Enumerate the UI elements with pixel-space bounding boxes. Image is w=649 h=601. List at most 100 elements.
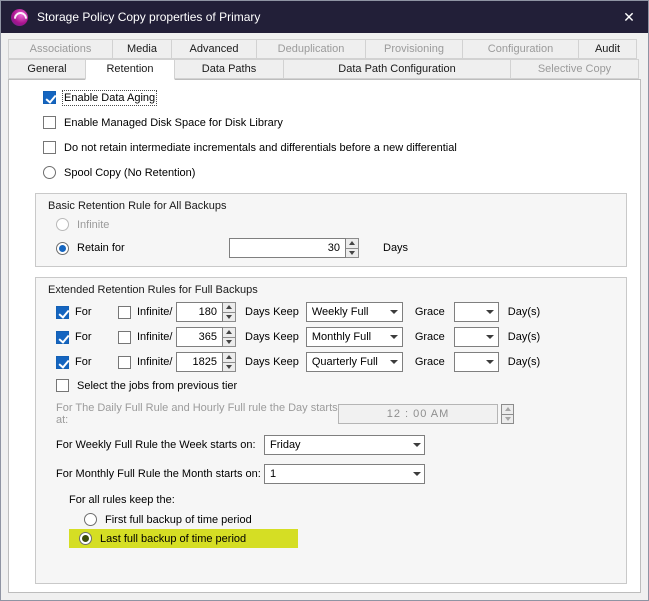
rule-3-days-keep-label: Days Keep — [245, 356, 299, 368]
rule-1-for-checkbox[interactable] — [56, 306, 69, 319]
last-full-radio[interactable] — [79, 532, 92, 545]
managed-disk-row: Enable Managed Disk Space for Disk Libra… — [43, 116, 627, 129]
rule-3-grace-select[interactable] — [454, 352, 499, 372]
rule-3-for-checkbox[interactable] — [56, 356, 69, 369]
chevron-down-icon — [387, 353, 402, 371]
title-bar: Storage Policy Copy properties of Primar… — [1, 1, 648, 33]
select-jobs-checkbox[interactable] — [56, 379, 69, 392]
last-full-row-highlighted: Last full backup of time period — [69, 529, 298, 548]
tab-general[interactable]: General — [8, 59, 86, 79]
rule-1-days-input[interactable] — [176, 302, 223, 322]
rule-3-infinite-label: Infinite/ — [137, 356, 172, 368]
tab-audit[interactable]: Audit — [578, 39, 637, 59]
tab-retention[interactable]: Retention — [85, 59, 175, 80]
basic-retention-group: Basic Retention Rule for All Backups Inf… — [35, 193, 627, 267]
tab-data-path-configuration[interactable]: Data Path Configuration — [283, 59, 511, 79]
app-icon — [11, 9, 28, 26]
rule-1-grace-select[interactable] — [454, 302, 499, 322]
tab-media[interactable]: Media — [112, 39, 172, 59]
day-start-time-spinner[interactable] — [501, 404, 514, 424]
monthly-start-select[interactable]: 1 — [264, 464, 425, 484]
infinite-radio[interactable] — [56, 218, 69, 231]
extended-rule-row-2: For Infinite/ Days Keep Monthly Full Gra… — [56, 327, 614, 347]
chevron-down-icon — [387, 303, 402, 321]
rule-1-unit-label: Day(s) — [508, 306, 540, 318]
tab-bar-row-2: General Retention Data Paths Data Path C… — [1, 59, 648, 79]
enable-data-aging-row: Enable Data Aging — [43, 91, 627, 104]
weekly-rule-row: For Weekly Full Rule the Week starts on:… — [56, 435, 614, 455]
retain-for-row: Retain for Days — [56, 238, 614, 258]
monthly-rule-label: For Monthly Full Rule the Month starts o… — [56, 468, 264, 480]
managed-disk-checkbox[interactable] — [43, 116, 56, 129]
first-full-label: First full backup of time period — [105, 514, 252, 526]
infinite-row: Infinite — [56, 218, 614, 231]
chevron-down-icon — [483, 353, 498, 371]
tab-advanced[interactable]: Advanced — [171, 39, 257, 59]
rule-2-grace-select[interactable] — [454, 327, 499, 347]
rule-1-infinite-checkbox[interactable] — [118, 306, 131, 319]
rule-3-period-select[interactable]: Quarterly Full — [306, 352, 403, 372]
spool-copy-radio[interactable] — [43, 166, 56, 179]
rule-1-infinite-label: Infinite/ — [137, 306, 172, 318]
rule-1-grace-label: Grace — [415, 306, 445, 318]
first-full-radio[interactable] — [84, 513, 97, 526]
monthly-rule-row: For Monthly Full Rule the Month starts o… — [56, 464, 614, 484]
rule-3-infinite-checkbox[interactable] — [118, 356, 131, 369]
rule-2-infinite-checkbox[interactable] — [118, 331, 131, 344]
rule-1-days-keep-label: Days Keep — [245, 306, 299, 318]
extended-rule-row-3: For Infinite/ Days Keep Quarterly Full G… — [56, 352, 614, 372]
tab-associations[interactable]: Associations — [8, 39, 113, 59]
rule-1-period-select[interactable]: Weekly Full — [306, 302, 403, 322]
retain-for-label: Retain for — [77, 242, 125, 254]
close-icon[interactable]: ✕ — [614, 1, 644, 33]
enable-data-aging-checkbox[interactable] — [43, 91, 56, 104]
daily-rule-row: For The Daily Full Rule and Hourly Full … — [56, 402, 614, 426]
enable-data-aging-label: Enable Data Aging — [64, 92, 155, 104]
rule-2-days-input[interactable] — [176, 327, 223, 347]
no-intermediate-row: Do not retain intermediate incrementals … — [43, 141, 627, 154]
rule-2-period-select[interactable]: Monthly Full — [306, 327, 403, 347]
first-full-row: First full backup of time period — [84, 513, 614, 526]
daily-rule-label: For The Daily Full Rule and Hourly Full … — [56, 402, 338, 426]
chevron-down-icon — [409, 436, 424, 454]
managed-disk-label: Enable Managed Disk Space for Disk Libra… — [64, 117, 283, 129]
extended-retention-group: Extended Retention Rules for Full Backup… — [35, 277, 627, 584]
retention-tab-panel: Enable Data Aging Enable Managed Disk Sp… — [8, 79, 641, 593]
rule-2-days-spinner[interactable] — [223, 327, 236, 347]
retain-days-input[interactable] — [229, 238, 346, 258]
retain-days-unit: Days — [383, 242, 408, 254]
tab-bar-row-1: Associations Media Advanced Deduplicatio… — [1, 39, 648, 59]
retain-days-spinner[interactable] — [346, 238, 359, 258]
weekly-start-select[interactable]: Friday — [264, 435, 425, 455]
rule-3-days-input[interactable] — [176, 352, 223, 372]
chevron-down-icon — [409, 465, 424, 483]
rule-1-for-label: For — [75, 306, 92, 318]
tab-configuration[interactable]: Configuration — [462, 39, 579, 59]
no-intermediate-label: Do not retain intermediate incrementals … — [64, 142, 457, 154]
basic-retention-group-title: Basic Retention Rule for All Backups — [48, 200, 614, 212]
tab-deduplication[interactable]: Deduplication — [256, 39, 366, 59]
retain-for-radio[interactable] — [56, 242, 69, 255]
chevron-down-icon — [483, 328, 498, 346]
tab-selective-copy[interactable]: Selective Copy — [510, 59, 639, 79]
last-full-label: Last full backup of time period — [100, 533, 246, 545]
tab-data-paths[interactable]: Data Paths — [174, 59, 284, 79]
rule-1-days-spinner[interactable] — [223, 302, 236, 322]
window-title: Storage Policy Copy properties of Primar… — [37, 10, 260, 24]
tab-provisioning[interactable]: Provisioning — [365, 39, 463, 59]
rule-2-unit-label: Day(s) — [508, 331, 540, 343]
infinite-label: Infinite — [77, 219, 109, 231]
rule-2-for-checkbox[interactable] — [56, 331, 69, 344]
day-start-time-input[interactable]: 12 : 00 AM — [338, 404, 498, 424]
chevron-down-icon — [483, 303, 498, 321]
spool-copy-label: Spool Copy (No Retention) — [64, 167, 195, 179]
rule-3-grace-label: Grace — [415, 356, 445, 368]
no-intermediate-checkbox[interactable] — [43, 141, 56, 154]
spool-copy-row: Spool Copy (No Retention) — [43, 166, 627, 179]
rule-2-for-label: For — [75, 331, 92, 343]
rule-3-for-label: For — [75, 356, 92, 368]
extended-rule-row-1: For Infinite/ Days Keep Weekly Full Grac… — [56, 302, 614, 322]
rule-2-infinite-label: Infinite/ — [137, 331, 172, 343]
rule-2-grace-label: Grace — [415, 331, 445, 343]
rule-3-days-spinner[interactable] — [223, 352, 236, 372]
